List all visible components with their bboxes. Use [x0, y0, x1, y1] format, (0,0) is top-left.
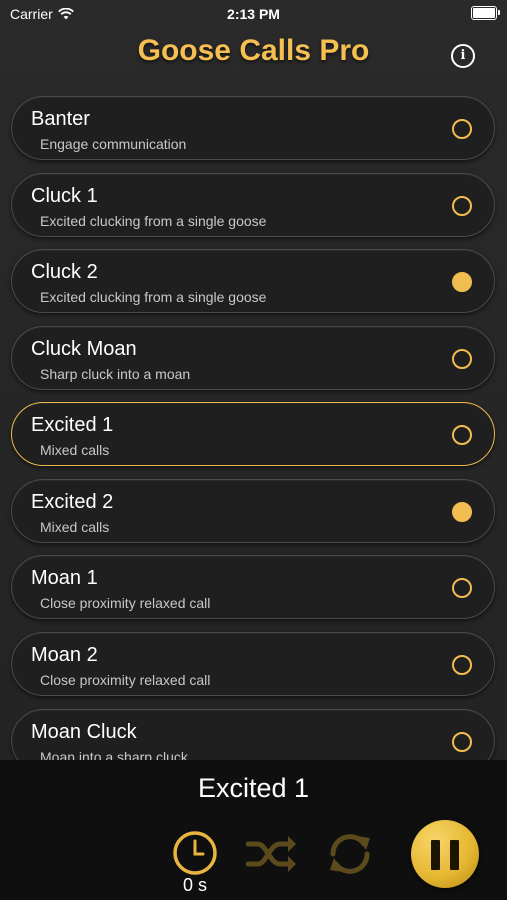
timer-label: 0 s: [182, 875, 207, 895]
call-subtitle: Sharp cluck into a moan: [40, 366, 191, 382]
radio-indicator[interactable]: [452, 732, 472, 752]
call-subtitle: Mixed calls: [40, 442, 110, 458]
radio-indicator[interactable]: [452, 655, 472, 675]
battery-icon: [471, 6, 500, 20]
repeat-icon[interactable]: [324, 830, 376, 878]
now-playing-title: Excited 1: [197, 773, 310, 803]
call-title: Cluck 1: [31, 185, 98, 207]
call-title: Cluck Moan: [31, 338, 137, 360]
call-title: Excited 2: [31, 491, 114, 513]
call-subtitle: Excited clucking from a single goose: [40, 213, 267, 229]
status-time: 2:13 PM: [227, 6, 280, 22]
call-subtitle: Close proximity relaxed call: [40, 672, 211, 688]
radio-indicator[interactable]: [452, 502, 472, 522]
call-row[interactable]: Moan Cluck Moan into a sharp cluck: [11, 709, 495, 760]
app-title: Goose Calls Pro: [137, 34, 370, 67]
call-list[interactable]: Banter Engage communication Cluck 1 Exci…: [0, 96, 507, 760]
call-row-selected[interactable]: Excited 1 Mixed calls: [11, 402, 495, 466]
call-row[interactable]: Moan 2 Close proximity relaxed call: [11, 632, 495, 696]
call-subtitle: Engage communication: [40, 136, 187, 152]
call-subtitle: Moan into a sharp cluck: [40, 749, 188, 760]
radio-indicator[interactable]: [452, 349, 472, 369]
call-title: Excited 1: [31, 414, 114, 436]
radio-indicator[interactable]: [452, 272, 472, 292]
pause-button[interactable]: [411, 820, 479, 888]
call-subtitle: Mixed calls: [40, 519, 110, 535]
call-title: Moan 2: [31, 644, 98, 666]
call-row[interactable]: Banter Engage communication: [11, 96, 495, 160]
pause-icon: [450, 840, 459, 870]
player-bar: Excited 1 0 s: [0, 760, 507, 900]
call-title: Moan 1: [31, 567, 98, 589]
call-title: Moan Cluck: [31, 721, 137, 743]
call-row[interactable]: Cluck Moan Sharp cluck into a moan: [11, 326, 495, 390]
call-title: Banter: [31, 108, 90, 130]
call-row[interactable]: Cluck 2 Excited clucking from a single g…: [11, 249, 495, 313]
radio-indicator[interactable]: [452, 425, 472, 445]
call-row[interactable]: Cluck 1 Excited clucking from a single g…: [11, 173, 495, 237]
shuffle-icon[interactable]: [246, 834, 298, 874]
call-subtitle: Excited clucking from a single goose: [40, 289, 267, 305]
call-subtitle: Close proximity relaxed call: [40, 595, 211, 611]
status-bar: Carrier 2:13 PM: [0, 0, 507, 28]
call-title: Cluck 2: [31, 261, 98, 283]
pause-icon: [431, 840, 440, 870]
call-row[interactable]: Moan 1 Close proximity relaxed call: [11, 555, 495, 619]
radio-indicator[interactable]: [452, 119, 472, 139]
clock-icon[interactable]: [172, 830, 218, 876]
info-icon[interactable]: i: [451, 44, 475, 68]
radio-indicator[interactable]: [452, 196, 472, 216]
radio-indicator[interactable]: [452, 578, 472, 598]
call-row[interactable]: Excited 2 Mixed calls: [11, 479, 495, 543]
